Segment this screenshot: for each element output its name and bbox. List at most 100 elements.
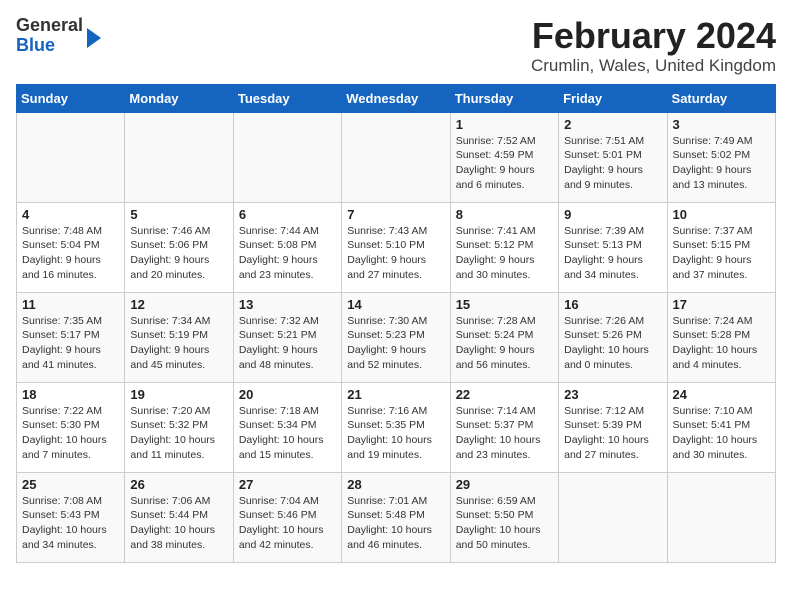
day-number: 3 [673,117,770,132]
day-number: 1 [456,117,553,132]
day-info: Sunrise: 7:28 AM Sunset: 5:24 PM Dayligh… [456,314,553,373]
weekday-header-monday: Monday [125,84,233,112]
day-number: 8 [456,207,553,222]
logo: General Blue [16,16,101,56]
calendar-cell: 29Sunrise: 6:59 AM Sunset: 5:50 PM Dayli… [450,472,558,562]
day-number: 12 [130,297,227,312]
week-row-5: 25 Sunrise: 7:08 AM Sunset: 5:43 PM Dayli… [17,472,776,562]
calendar-cell: 10 Sunrise: 7:37 AM Sunset: 5:15 PM Dayli… [667,202,775,292]
day-info: Sunrise: 7:37 AM Sunset: 5:15 PM Dayligh… [673,224,770,283]
calendar-cell: 19 Sunrise: 7:20 AM Sunset: 5:32 PM Dayli… [125,382,233,472]
calendar-cell [667,472,775,562]
day-info: Sunrise: 7:30 AM Sunset: 5:23 PM Dayligh… [347,314,444,373]
title-block: February 2024 Crumlin, Wales, United Kin… [531,16,776,76]
day-info: Sunrise: 7:22 AM Sunset: 5:30 PM Dayligh… [22,404,119,463]
calendar-cell: 12 Sunrise: 7:34 AM Sunset: 5:19 PM Dayli… [125,292,233,382]
calendar-cell: 27 Sunrise: 7:04 AM Sunset: 5:46 PM Dayli… [233,472,341,562]
calendar-cell: 4 Sunrise: 7:48 AM Sunset: 5:04 PM Daylig… [17,202,125,292]
day-info: Sunrise: 7:16 AM Sunset: 5:35 PM Dayligh… [347,404,444,463]
calendar-cell: 13Sunrise: 7:32 AM Sunset: 5:21 PM Dayli… [233,292,341,382]
day-info: Sunrise: 7:39 AM Sunset: 5:13 PM Dayligh… [564,224,661,283]
day-number: 23 [564,387,661,402]
day-info: Sunrise: 7:12 AM Sunset: 5:39 PM Dayligh… [564,404,661,463]
day-info: Sunrise: 7:14 AM Sunset: 5:37 PM Dayligh… [456,404,553,463]
day-number: 26 [130,477,227,492]
day-number: 19 [130,387,227,402]
day-info: Sunrise: 7:48 AM Sunset: 5:04 PM Dayligh… [22,224,119,283]
day-info: Sunrise: 7:32 AM Sunset: 5:21 PM Dayligh… [239,314,336,373]
calendar-cell: 18 Sunrise: 7:22 AM Sunset: 5:30 PM Dayli… [17,382,125,472]
calendar-cell: 25 Sunrise: 7:08 AM Sunset: 5:43 PM Dayli… [17,472,125,562]
calendar-cell: 22 Sunrise: 7:14 AM Sunset: 5:37 PM Dayli… [450,382,558,472]
day-info: Sunrise: 7:49 AM Sunset: 5:02 PM Dayligh… [673,134,770,193]
page-header: General Blue February 2024 Crumlin, Wale… [16,16,776,76]
day-number: 21 [347,387,444,402]
day-number: 4 [22,207,119,222]
day-info: Sunrise: 7:46 AM Sunset: 5:06 PM Dayligh… [130,224,227,283]
day-info: Sunrise: 7:52 AM Sunset: 4:59 PM Dayligh… [456,134,553,193]
calendar-cell: 28 Sunrise: 7:01 AM Sunset: 5:48 PM Dayli… [342,472,450,562]
day-info: Sunrise: 7:08 AM Sunset: 5:43 PM Dayligh… [22,494,119,553]
day-info: Sunrise: 7:10 AM Sunset: 5:41 PM Dayligh… [673,404,770,463]
calendar-cell [559,472,667,562]
day-info: Sunrise: 7:43 AM Sunset: 5:10 PM Dayligh… [347,224,444,283]
day-number: 28 [347,477,444,492]
day-info: Sunrise: 7:44 AM Sunset: 5:08 PM Dayligh… [239,224,336,283]
day-info: Sunrise: 7:34 AM Sunset: 5:19 PM Dayligh… [130,314,227,373]
day-number: 22 [456,387,553,402]
week-row-4: 18 Sunrise: 7:22 AM Sunset: 5:30 PM Dayli… [17,382,776,472]
day-info: Sunrise: 7:06 AM Sunset: 5:44 PM Dayligh… [130,494,227,553]
weekday-header-sunday: Sunday [17,84,125,112]
week-row-1: 1 Sunrise: 7:52 AM Sunset: 4:59 PM Daylig… [17,112,776,202]
day-number: 16 [564,297,661,312]
day-info: Sunrise: 7:01 AM Sunset: 5:48 PM Dayligh… [347,494,444,553]
weekday-header-thursday: Thursday [450,84,558,112]
day-info: Sunrise: 7:04 AM Sunset: 5:46 PM Dayligh… [239,494,336,553]
day-number: 15 [456,297,553,312]
calendar-cell: 21 Sunrise: 7:16 AM Sunset: 5:35 PM Dayli… [342,382,450,472]
calendar-cell: 5 Sunrise: 7:46 AM Sunset: 5:06 PM Daylig… [125,202,233,292]
calendar-cell: 26 Sunrise: 7:06 AM Sunset: 5:44 PM Dayli… [125,472,233,562]
weekday-header-wednesday: Wednesday [342,84,450,112]
day-number: 6 [239,207,336,222]
day-info: Sunrise: 7:24 AM Sunset: 5:28 PM Dayligh… [673,314,770,373]
day-number: 18 [22,387,119,402]
calendar-cell [125,112,233,202]
week-row-3: 11 Sunrise: 7:35 AM Sunset: 5:17 PM Dayli… [17,292,776,382]
calendar-cell: 14 Sunrise: 7:30 AM Sunset: 5:23 PM Dayli… [342,292,450,382]
calendar-cell: 2Sunrise: 7:51 AM Sunset: 5:01 PM Daylig… [559,112,667,202]
day-number: 27 [239,477,336,492]
day-number: 9 [564,207,661,222]
day-info: Sunrise: 6:59 AM Sunset: 5:50 PM Dayligh… [456,494,553,553]
day-info: Sunrise: 7:41 AM Sunset: 5:12 PM Dayligh… [456,224,553,283]
day-number: 17 [673,297,770,312]
calendar-title: February 2024 [531,16,776,56]
day-number: 14 [347,297,444,312]
day-number: 20 [239,387,336,402]
day-info: Sunrise: 7:35 AM Sunset: 5:17 PM Dayligh… [22,314,119,373]
weekday-header-tuesday: Tuesday [233,84,341,112]
logo-arrow-icon [87,28,101,48]
week-row-2: 4 Sunrise: 7:48 AM Sunset: 5:04 PM Daylig… [17,202,776,292]
calendar-cell: 8 Sunrise: 7:41 AM Sunset: 5:12 PM Daylig… [450,202,558,292]
day-number: 11 [22,297,119,312]
calendar-cell: 17 Sunrise: 7:24 AM Sunset: 5:28 PM Dayli… [667,292,775,382]
calendar-cell: 23 Sunrise: 7:12 AM Sunset: 5:39 PM Dayli… [559,382,667,472]
day-info: Sunrise: 7:51 AM Sunset: 5:01 PM Dayligh… [564,134,661,193]
calendar-cell: 6 Sunrise: 7:44 AM Sunset: 5:08 PM Daylig… [233,202,341,292]
day-info: Sunrise: 7:20 AM Sunset: 5:32 PM Dayligh… [130,404,227,463]
day-number: 7 [347,207,444,222]
day-info: Sunrise: 7:18 AM Sunset: 5:34 PM Dayligh… [239,404,336,463]
calendar-cell: 15 Sunrise: 7:28 AM Sunset: 5:24 PM Dayli… [450,292,558,382]
calendar-cell: 16Sunrise: 7:26 AM Sunset: 5:26 PM Dayli… [559,292,667,382]
day-number: 10 [673,207,770,222]
calendar-cell [17,112,125,202]
day-number: 25 [22,477,119,492]
weekday-header-saturday: Saturday [667,84,775,112]
calendar-cell: 9 Sunrise: 7:39 AM Sunset: 5:13 PM Daylig… [559,202,667,292]
day-number: 5 [130,207,227,222]
calendar-cell [233,112,341,202]
calendar-cell: 24Sunrise: 7:10 AM Sunset: 5:41 PM Dayli… [667,382,775,472]
calendar-cell: 1 Sunrise: 7:52 AM Sunset: 4:59 PM Daylig… [450,112,558,202]
calendar-cell: 11 Sunrise: 7:35 AM Sunset: 5:17 PM Dayli… [17,292,125,382]
